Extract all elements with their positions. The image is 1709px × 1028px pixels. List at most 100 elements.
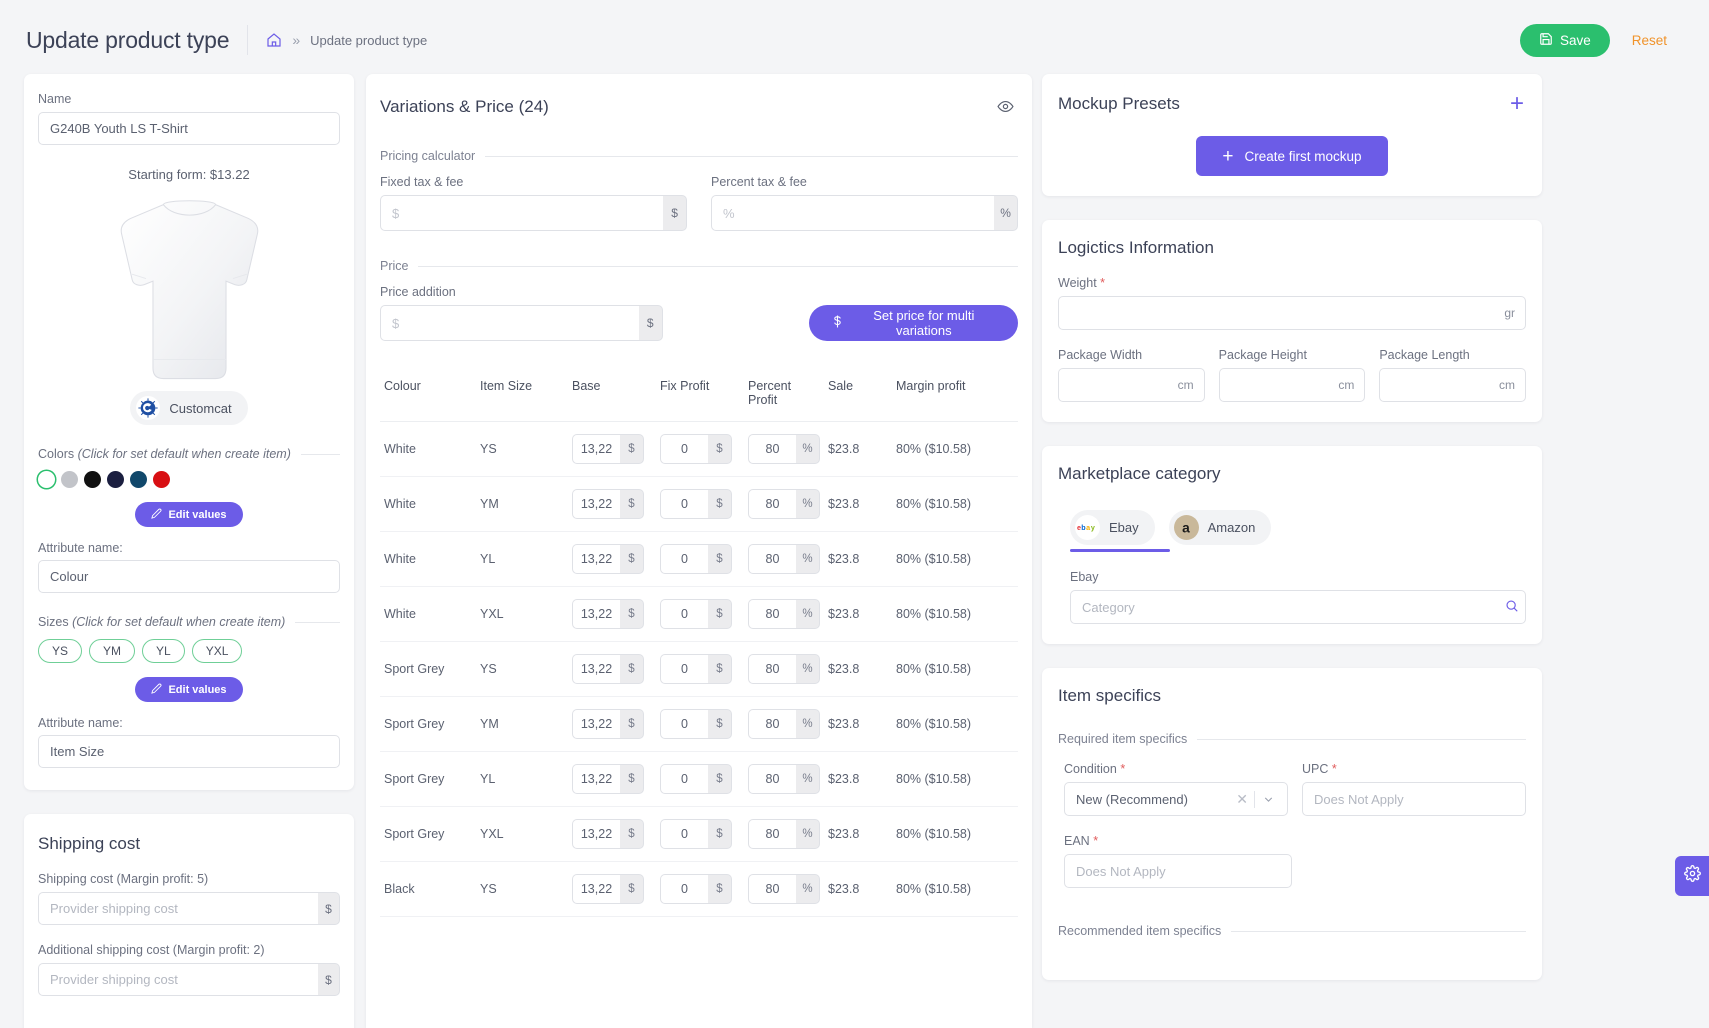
cell-item-size: YXL (476, 586, 568, 642)
cell-colour: Sport Grey (380, 806, 476, 862)
column-header-sale: Sale (824, 369, 892, 422)
upc-input[interactable] (1302, 782, 1526, 816)
tab-ebay[interactable]: e b a y Ebay (1070, 510, 1155, 545)
table-row: White YS $ $ % $23.8 80% ($10.58) (380, 421, 1018, 477)
size-chip-yl[interactable]: YL (142, 639, 185, 663)
fix-profit-input[interactable] (660, 544, 708, 574)
cell-colour: Black (380, 861, 476, 917)
color-swatch-black[interactable] (84, 471, 101, 488)
size-chip-ys[interactable]: YS (38, 639, 83, 663)
size-chip-yxl[interactable]: YXL (191, 639, 243, 663)
percent-profit-input[interactable] (748, 709, 796, 739)
color-swatch-navy[interactable] (107, 471, 124, 488)
product-image (38, 186, 340, 391)
provider-chip[interactable]: Customcat (130, 391, 248, 425)
fix-profit-input[interactable] (660, 709, 708, 739)
tab-ebay-label: Ebay (1109, 520, 1139, 535)
tab-amazon[interactable]: a Amazon (1168, 510, 1272, 545)
ean-label: EAN * (1064, 834, 1292, 848)
cell-base: $ (568, 751, 656, 807)
ean-input[interactable] (1064, 854, 1292, 888)
create-first-mockup-button[interactable]: + Create first mockup (1196, 136, 1388, 176)
reset-button[interactable]: Reset (1632, 33, 1667, 48)
base-input[interactable] (572, 764, 620, 794)
base-input[interactable] (572, 819, 620, 849)
edit-sizes-values-button[interactable]: Edit values (135, 677, 243, 702)
percent-profit-input[interactable] (748, 489, 796, 519)
color-swatch-indigo-blue[interactable] (130, 471, 147, 488)
colour-attribute-input[interactable] (38, 560, 340, 593)
percent-profit-unit: % (796, 874, 820, 904)
base-input[interactable] (572, 874, 620, 904)
price-addition-input[interactable] (380, 305, 639, 341)
percent-profit-input[interactable] (748, 599, 796, 629)
percent-profit-input[interactable] (748, 434, 796, 464)
fix-profit-input[interactable] (660, 599, 708, 629)
base-input[interactable] (572, 489, 620, 519)
percent-profit-unit: % (796, 654, 820, 684)
clear-condition-icon[interactable]: ✕ (1230, 791, 1254, 808)
fix-profit-input[interactable] (660, 874, 708, 904)
percent-profit-input[interactable] (748, 874, 796, 904)
percent-profit-input[interactable] (748, 544, 796, 574)
condition-select[interactable]: New (Recommend) ✕ (1064, 782, 1288, 816)
table-row: Sport Grey YL $ $ % $23.8 80% ($10.58) (380, 751, 1018, 807)
size-chip-ym[interactable]: YM (89, 639, 136, 663)
ebay-category-input[interactable] (1070, 590, 1500, 624)
product-name-input[interactable] (38, 112, 340, 145)
percent-profit-unit: % (796, 709, 820, 739)
fixed-tax-unit: $ (663, 195, 687, 231)
shipping-cost-card: Shipping cost Shipping cost (Margin prof… (24, 814, 354, 1028)
settings-fab-button[interactable] (1675, 856, 1709, 896)
color-swatch-white[interactable] (38, 471, 55, 488)
cell-margin-profit: 80% ($10.58) (892, 696, 1018, 752)
percent-profit-input[interactable] (748, 764, 796, 794)
logistics-title: Logictics Information (1058, 238, 1214, 257)
color-swatch-red[interactable] (153, 471, 170, 488)
cell-sale: $23.8 (824, 421, 892, 477)
fixed-tax-input[interactable] (380, 195, 664, 231)
add-mockup-preset-button[interactable]: + (1508, 92, 1526, 116)
ebay-icon: e b a y (1075, 515, 1100, 540)
base-input[interactable] (572, 544, 620, 574)
preview-toggle-button[interactable] (993, 94, 1018, 119)
condition-label-text: Condition (1064, 762, 1117, 776)
svg-text:b: b (1081, 524, 1086, 532)
base-input[interactable] (572, 434, 620, 464)
percent-tax-input[interactable] (711, 195, 995, 231)
ean-field: EAN * (1058, 834, 1292, 888)
table-row: Sport Grey YM $ $ % $23.8 80% ($10.58) (380, 696, 1018, 752)
save-button[interactable]: Save (1519, 23, 1610, 57)
additional-shipping-cost-input[interactable] (38, 963, 318, 996)
color-swatch-sport-grey[interactable] (61, 471, 78, 488)
column-header-colour: Colour (380, 369, 476, 422)
cell-base: $ (568, 476, 656, 532)
chevron-down-icon[interactable] (1255, 793, 1279, 806)
cell-base: $ (568, 586, 656, 642)
fix-profit-input[interactable] (660, 489, 708, 519)
shipping-cost-input[interactable] (38, 892, 318, 925)
base-input[interactable] (572, 709, 620, 739)
cell-item-size: YM (476, 476, 568, 532)
cell-sale: $23.8 (824, 861, 892, 917)
percent-profit-input[interactable] (748, 819, 796, 849)
fix-profit-input[interactable] (660, 764, 708, 794)
edit-colors-values-label: Edit values (168, 508, 227, 521)
set-price-multi-variations-button[interactable]: Set price for multi variations (808, 305, 1018, 341)
fix-profit-input[interactable] (660, 819, 708, 849)
size-attribute-input[interactable] (38, 735, 340, 768)
fix-profit-input[interactable] (660, 434, 708, 464)
fix-profit-input[interactable] (660, 654, 708, 684)
percent-profit-unit: % (796, 489, 820, 519)
percent-profit-input[interactable] (748, 654, 796, 684)
base-input[interactable] (572, 599, 620, 629)
cell-margin-profit: 80% ($10.58) (892, 751, 1018, 807)
price-addition-unit: $ (638, 305, 663, 341)
home-icon[interactable] (266, 32, 282, 48)
category-search-button[interactable] (1499, 590, 1526, 624)
edit-colors-values-button[interactable]: Edit values (135, 502, 243, 527)
base-input[interactable] (572, 654, 620, 684)
weight-input[interactable] (1058, 296, 1526, 330)
cell-colour: White (380, 586, 476, 642)
cell-item-size: YM (476, 696, 568, 752)
